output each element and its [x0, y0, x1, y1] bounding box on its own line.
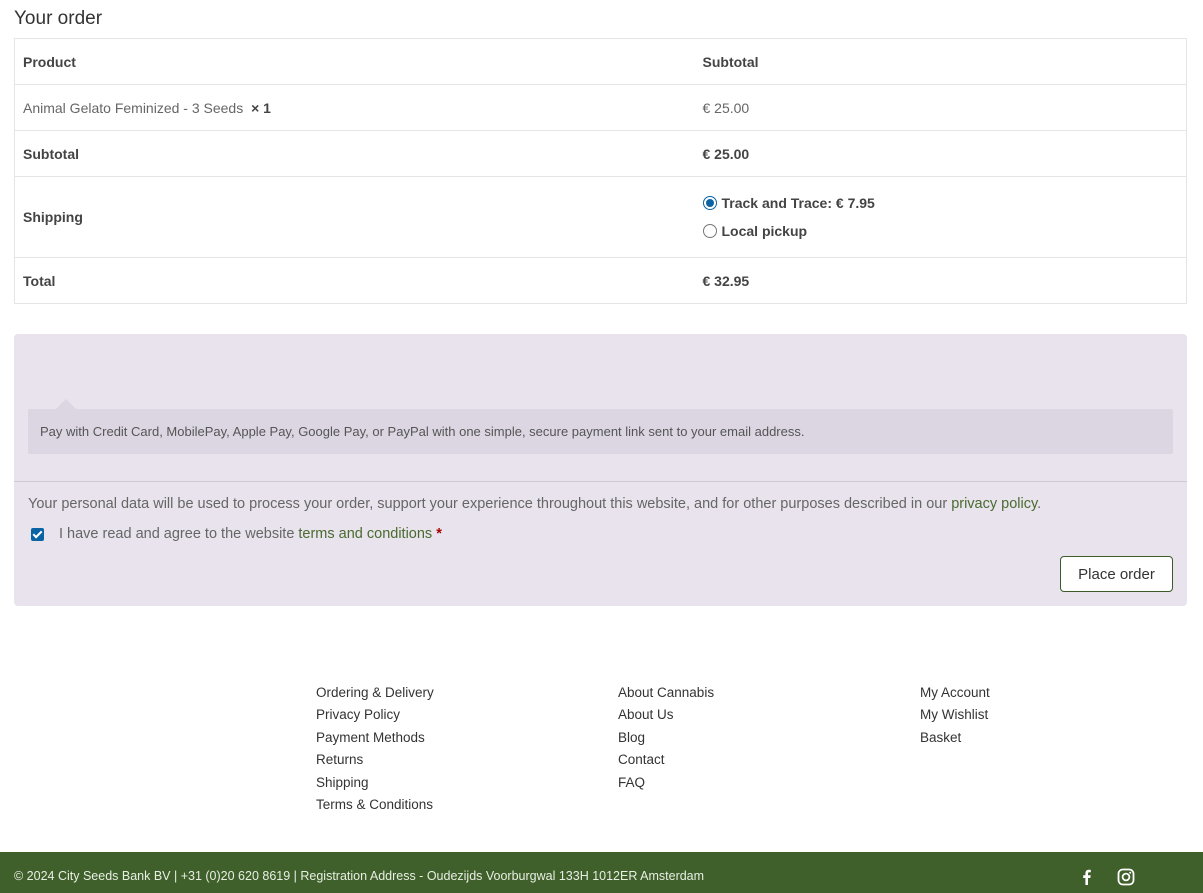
privacy-policy-link[interactable]: privacy policy — [951, 496, 1037, 512]
terms-text: I have read and agree to the website — [59, 526, 295, 542]
total-row: Total € 32.95 — [14, 257, 1187, 304]
shipping-options: Track and Trace: € 7.95 Local pickup — [694, 176, 1187, 258]
payment-description-box: Pay with Credit Card, MobilePay, Apple P… — [28, 409, 1173, 454]
shipping-option-label[interactable]: Local pickup — [722, 223, 808, 239]
subtotal-row: Subtotal € 25.00 — [14, 130, 1187, 177]
footer-bottom-bar: © 2024 City Seeds Bank BV | +31 (0)20 62… — [0, 852, 1203, 893]
footer-column-info: Ordering & Delivery Privacy Policy Payme… — [316, 684, 434, 818]
privacy-end: . — [1037, 496, 1042, 512]
order-table: Product Subtotal Animal Gelato Feminized… — [14, 38, 1187, 304]
footer-link[interactable]: About Cannabis — [618, 684, 714, 706]
divider — [14, 481, 1187, 482]
payment-section: Pay with Credit Card, MobilePay, Apple P… — [14, 334, 1187, 606]
subtotal-label: Subtotal — [14, 130, 695, 177]
footer-link[interactable]: My Wishlist — [920, 706, 990, 728]
privacy-text: Your personal data will be used to proce… — [28, 496, 952, 512]
product-column-header: Product — [14, 38, 695, 85]
footer-link[interactable]: About Us — [618, 706, 714, 728]
radio-selected-icon[interactable] — [702, 196, 717, 210]
shipping-row: Shipping Track and Trace: € 7.95 Local p… — [14, 176, 1187, 258]
terms-agreement: I have read and agree to the website ter… — [28, 526, 442, 542]
item-price: € 25.00 — [694, 84, 1187, 131]
item-cell: Animal Gelato Feminized - 3 Seeds × 1 — [14, 84, 695, 131]
footer-link[interactable]: Contact — [618, 751, 714, 773]
instagram-icon[interactable] — [1117, 868, 1135, 886]
item-name: Animal Gelato Feminized - 3 Seeds — [23, 99, 244, 116]
total-value: € 32.95 — [694, 257, 1187, 304]
shipping-label: Shipping — [14, 176, 695, 258]
order-heading: Your order — [14, 8, 103, 29]
footer-link[interactable]: Returns — [316, 751, 434, 773]
terms-link[interactable]: terms and conditions — [298, 526, 432, 542]
footer-link[interactable]: Payment Methods — [316, 729, 434, 751]
required-marker: * — [436, 526, 442, 542]
subtotal-column-header: Subtotal — [694, 38, 1187, 85]
footer-column-account: My Account My Wishlist Basket — [920, 684, 990, 751]
footer-link[interactable]: Shipping — [316, 774, 434, 796]
footer-link[interactable]: My Account — [920, 684, 990, 706]
footer-link[interactable]: Ordering & Delivery — [316, 684, 434, 706]
footer-link[interactable]: Terms & Conditions — [316, 796, 434, 818]
footer-column-about: About Cannabis About Us Blog Contact FAQ — [618, 684, 714, 796]
terms-checkbox[interactable] — [31, 527, 44, 541]
item-quantity: × 1 — [251, 99, 271, 116]
table-header-row: Product Subtotal — [14, 38, 1187, 85]
shipping-option-label[interactable]: Track and Trace: € 7.95 — [722, 195, 875, 211]
shipping-option-local-pickup[interactable]: Local pickup — [702, 217, 1179, 245]
place-order-button[interactable]: Place order — [1060, 556, 1173, 592]
privacy-notice: Your personal data will be used to proce… — [28, 496, 1041, 512]
payment-description: Pay with Credit Card, MobilePay, Apple P… — [40, 424, 805, 439]
footer-link[interactable]: Blog — [618, 729, 714, 751]
footer-link[interactable]: Basket — [920, 729, 990, 751]
footer-link[interactable]: Privacy Policy — [316, 706, 434, 728]
radio-unselected-icon[interactable] — [702, 224, 717, 238]
table-row: Animal Gelato Feminized - 3 Seeds × 1 € … — [14, 84, 1187, 131]
shipping-option-track-trace[interactable]: Track and Trace: € 7.95 — [702, 189, 1179, 217]
payment-box-pointer — [56, 399, 76, 409]
subtotal-value: € 25.00 — [694, 130, 1187, 177]
footer-link[interactable]: FAQ — [618, 774, 714, 796]
facebook-icon[interactable] — [1078, 868, 1096, 886]
copyright-text: © 2024 City Seeds Bank BV | +31 (0)20 62… — [14, 869, 705, 883]
total-label: Total — [14, 257, 695, 304]
